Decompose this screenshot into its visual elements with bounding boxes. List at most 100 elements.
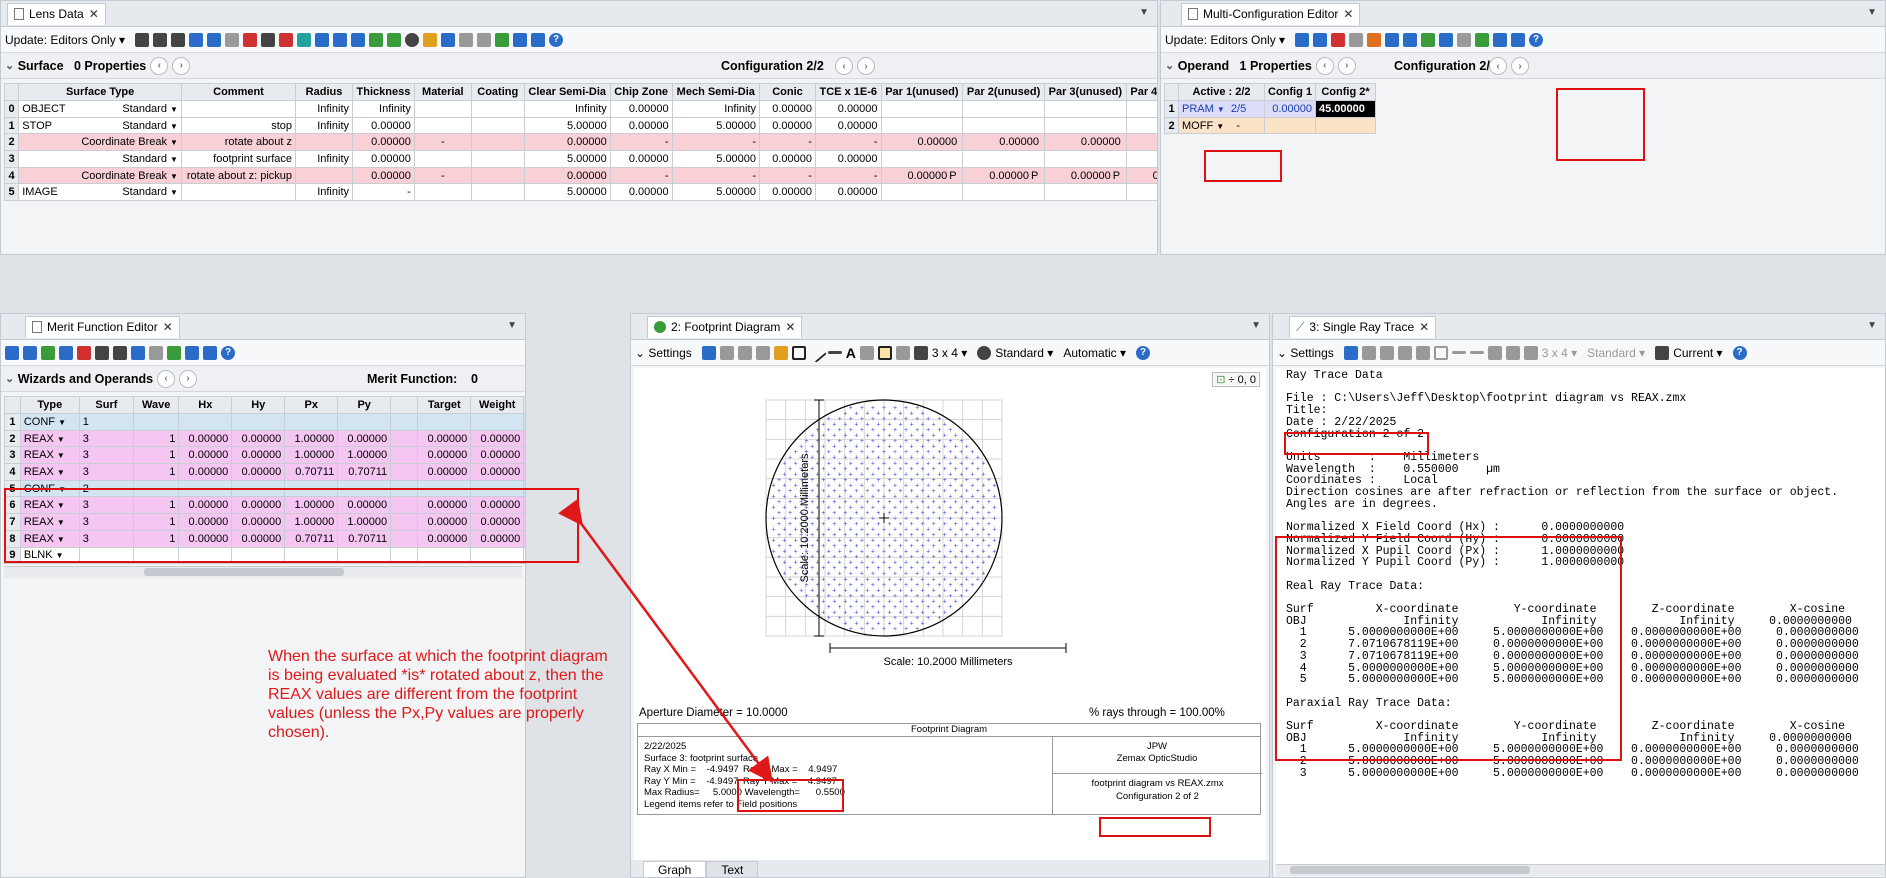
lens-cell-material[interactable] bbox=[413, 116, 472, 135]
mce-row[interactable]: 1 PRAM ▼ 2/5 0.00000 45.00000 bbox=[1164, 100, 1376, 118]
lens-row[interactable]: 2 Coordinate Break ▼ rotate about z 0.00000… bbox=[3, 133, 1157, 152]
current-dropdown[interactable]: Current ▾ bbox=[1673, 346, 1722, 360]
make-thermal-icon[interactable] bbox=[1367, 32, 1382, 47]
pencil-icon[interactable] bbox=[1415, 345, 1430, 360]
standard-dropdown[interactable]: Standard ▾ bbox=[1587, 346, 1645, 360]
mfe-cell-type[interactable]: BLNK ▼ bbox=[19, 546, 80, 565]
mfe-cell-wave[interactable] bbox=[133, 413, 180, 431]
settings-button[interactable]: ⌄ Settings bbox=[1277, 346, 1334, 360]
next-button[interactable]: › bbox=[179, 369, 198, 388]
swap-icon[interactable] bbox=[1475, 32, 1490, 47]
close-icon[interactable]: ✕ bbox=[1343, 7, 1353, 21]
page-icon[interactable] bbox=[477, 32, 492, 47]
layout-dropdown[interactable]: 3 x 4 ▾ bbox=[1542, 346, 1577, 360]
lens-cell-surface-type[interactable]: Coordinate Break ▼ bbox=[18, 133, 182, 152]
lens-cell-material[interactable] bbox=[413, 100, 472, 118]
window-menu-icon[interactable]: ▼ bbox=[1867, 320, 1877, 331]
lens-cell-radius[interactable]: Infinity bbox=[295, 150, 353, 168]
dropdown-icon[interactable]: ▼ bbox=[57, 435, 65, 444]
lens-cell-clear[interactable]: 5.00000 bbox=[523, 116, 611, 135]
lens-cell-tce[interactable]: - bbox=[814, 133, 882, 152]
lens-cell-conic[interactable]: - bbox=[759, 133, 816, 152]
lens-cell-chip[interactable]: 0.00000 bbox=[609, 116, 673, 135]
mfe-cell-hy[interactable]: 0.00000 bbox=[231, 463, 286, 481]
mfe-cell-hy[interactable]: 0.00000 bbox=[231, 429, 286, 448]
solve-flag[interactable]: P bbox=[1113, 170, 1123, 182]
lens-cell-mech[interactable]: 5.00000 bbox=[671, 183, 761, 202]
mfe-cell-value[interactable]: 3.53553 bbox=[523, 496, 525, 515]
mfe-row[interactable]: 1 CONF ▼ 1 bbox=[4, 413, 525, 431]
mfe-cell-px[interactable]: 1.00000 bbox=[284, 496, 339, 515]
dropdown-icon[interactable]: ▼ bbox=[57, 468, 65, 477]
lens-cell-surface-type[interactable]: OBJECT Standard ▼ bbox=[18, 100, 182, 118]
layers-icon[interactable] bbox=[1523, 345, 1538, 360]
undo-icon[interactable] bbox=[131, 345, 145, 360]
tab-lens-data[interactable]: Lens Data ✕ bbox=[7, 2, 106, 25]
print-icon[interactable] bbox=[1397, 345, 1412, 360]
move-icon[interactable] bbox=[171, 32, 186, 47]
lens-cell-p1[interactable] bbox=[880, 183, 964, 202]
lens-cell-mech[interactable]: Infinity bbox=[671, 100, 761, 118]
window-menu-icon[interactable]: ▼ bbox=[507, 320, 517, 331]
lens-cell-tce[interactable]: 0.00000 bbox=[814, 183, 882, 202]
lens-cell-thickness[interactable]: Infinity bbox=[352, 100, 415, 118]
lens-cell-radius[interactable] bbox=[295, 166, 353, 185]
mfe-cell-target[interactable]: 0.00000 bbox=[417, 513, 472, 531]
dropdown-icon[interactable]: ▼ bbox=[58, 418, 66, 427]
dropdown-icon[interactable]: ▼ bbox=[57, 501, 65, 510]
swap-icon[interactable] bbox=[167, 345, 181, 360]
line-icon[interactable] bbox=[806, 342, 827, 363]
lens-cell-clear[interactable]: 0.00000 bbox=[523, 133, 611, 152]
toggle-icon[interactable] bbox=[1457, 32, 1472, 47]
next-operand-button[interactable]: › bbox=[1337, 56, 1356, 75]
lock-icon[interactable] bbox=[859, 345, 874, 360]
dropdown-icon[interactable]: ▼ bbox=[57, 518, 65, 527]
mfe-cell-px[interactable] bbox=[284, 479, 339, 498]
mfe-cell-blank[interactable] bbox=[390, 413, 419, 431]
tab-text[interactable]: Text bbox=[706, 861, 759, 877]
dropdown-icon[interactable]: ▼ bbox=[170, 138, 178, 147]
lens-cell-p3[interactable] bbox=[1043, 116, 1127, 135]
lens-cell-coating[interactable] bbox=[470, 150, 525, 168]
help-icon[interactable]: ? bbox=[1732, 345, 1747, 360]
mfe-cell-blank[interactable] bbox=[390, 546, 419, 565]
dropdown-icon[interactable]: ▼ bbox=[170, 188, 178, 197]
rectangle-icon[interactable] bbox=[791, 345, 806, 360]
window-menu-icon[interactable]: ▼ bbox=[1139, 7, 1149, 18]
check-icon[interactable] bbox=[1403, 32, 1418, 47]
lens-cell-coating[interactable] bbox=[470, 100, 525, 118]
lens-cell-conic[interactable]: 0.00000 bbox=[759, 183, 816, 202]
lens-cell-surface-type[interactable]: STOP Standard ▼ bbox=[18, 116, 182, 135]
toggle-icon[interactable] bbox=[459, 32, 474, 47]
scroll-thumb[interactable] bbox=[1290, 866, 1530, 874]
refresh-icon[interactable] bbox=[135, 32, 150, 47]
lens-cell-radius[interactable]: Infinity bbox=[295, 116, 353, 135]
mfe-cell-value[interactable]: 5.00002 bbox=[523, 529, 525, 548]
mfe-cell-py[interactable]: 0.00000 bbox=[337, 496, 392, 515]
dropdown-icon[interactable]: ▼ bbox=[170, 105, 178, 114]
close-icon[interactable]: ✕ bbox=[785, 320, 795, 334]
lens-cell-conic[interactable]: 0.00000 bbox=[759, 100, 816, 118]
operand-cell[interactable]: PRAM ▼ 2/5 bbox=[1178, 100, 1265, 118]
columns-icon[interactable] bbox=[1385, 32, 1400, 47]
lens-cell-p3[interactable]: P 0.00000 bbox=[1043, 166, 1127, 185]
lens-cell-chip[interactable]: 0.00000 bbox=[609, 100, 673, 118]
mfe-cell-hx[interactable] bbox=[178, 413, 233, 431]
mfe-cell-hy[interactable] bbox=[231, 546, 286, 565]
lens-cell-clear[interactable]: Infinity bbox=[523, 100, 611, 118]
fold-icon[interactable] bbox=[351, 32, 366, 47]
window-menu-icon[interactable]: ▼ bbox=[1867, 7, 1877, 18]
lens-row[interactable]: 3 Standard ▼ footprint surface Infinity 0.00… bbox=[3, 150, 1157, 168]
mfe-cell-surf[interactable] bbox=[78, 546, 135, 565]
lens-row[interactable]: 4 Coordinate Break ▼ rotate about z: picku… bbox=[3, 166, 1157, 185]
lens-cell-mech[interactable]: 5.00000 bbox=[671, 150, 761, 168]
lens-cell-comment[interactable]: stop bbox=[180, 116, 297, 135]
lens-cell-thickness[interactable]: 0.00000 bbox=[352, 116, 415, 135]
help-icon[interactable]: ? bbox=[1529, 32, 1544, 47]
lens-cell-tce[interactable]: - bbox=[814, 166, 882, 185]
lens-cell-comment[interactable] bbox=[180, 100, 297, 118]
lens-cell-surface-type[interactable]: IMAGE Standard ▼ bbox=[18, 183, 182, 202]
lens-cell-p3[interactable]: 0.00000 bbox=[1043, 133, 1127, 152]
mfe-cell-px[interactable]: 0.70711 bbox=[284, 463, 339, 481]
mfe-row[interactable]: 3 REAX ▼ 3 1 0.00000 0.00000 1.00000 1.00000 0.0… bbox=[4, 446, 525, 465]
